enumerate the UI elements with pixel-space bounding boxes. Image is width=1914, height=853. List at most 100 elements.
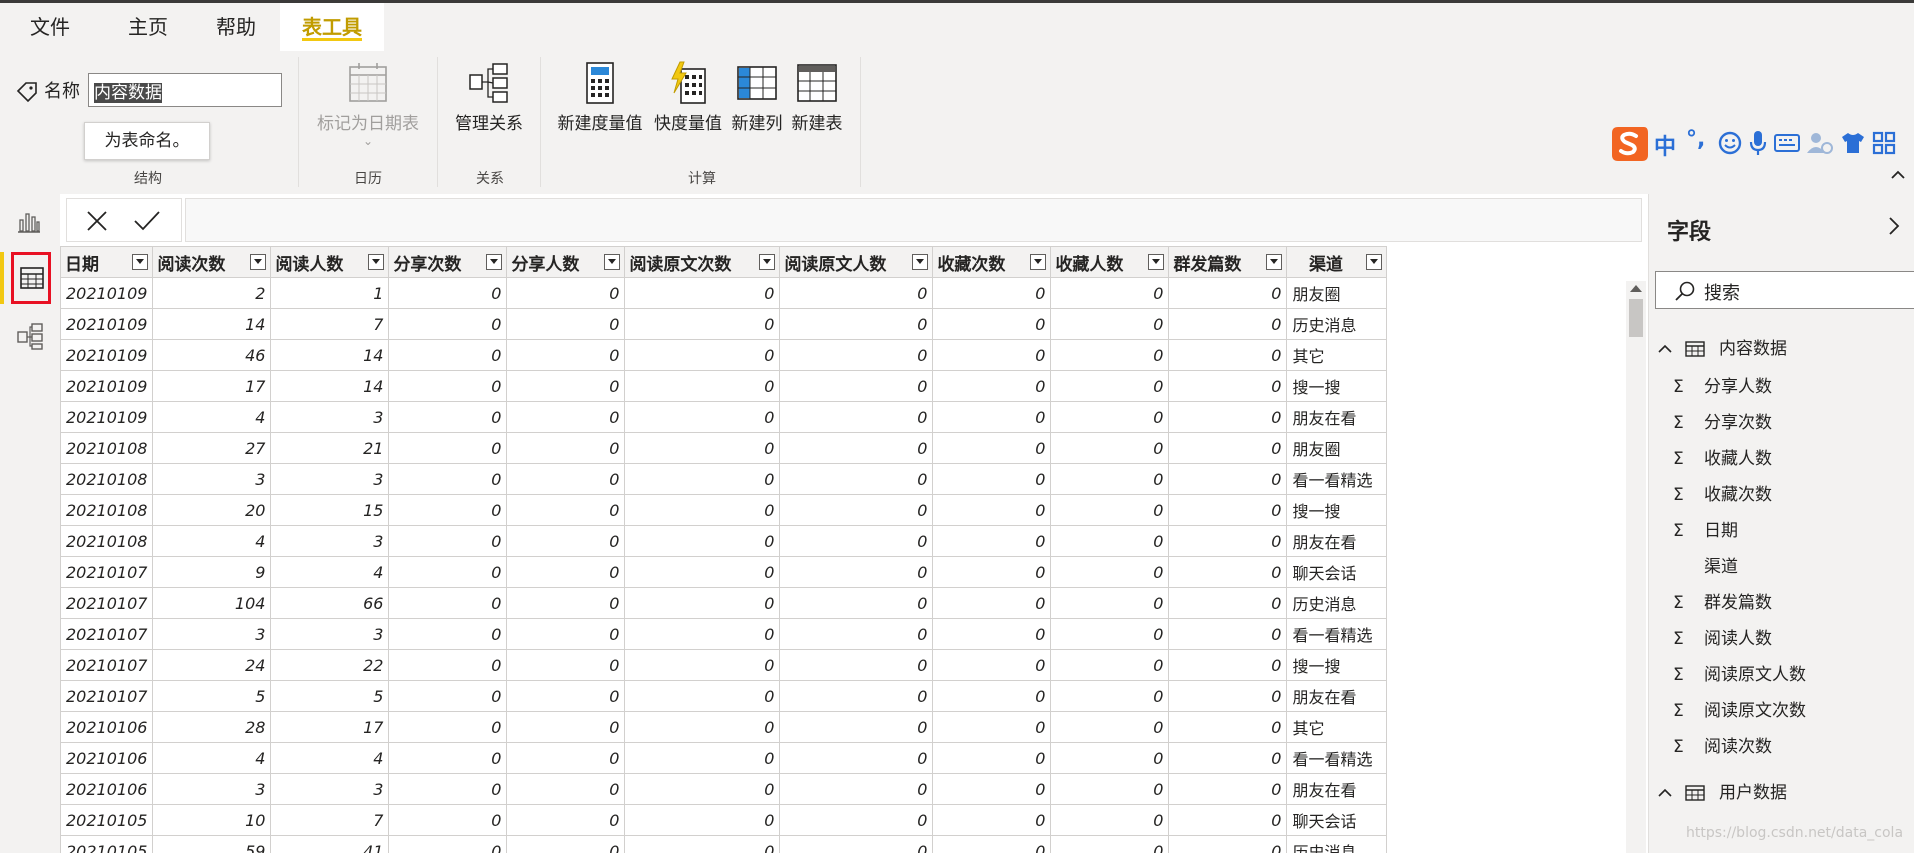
table-cell[interactable]: 59 (152, 835, 272, 853)
table-cell[interactable]: 20210109 (60, 370, 154, 402)
collapse-ribbon-icon[interactable] (1890, 169, 1906, 181)
field-item[interactable]: Σ 分享次数 (1649, 408, 1914, 438)
table-cell[interactable]: 0 (624, 277, 781, 309)
table-cell[interactable]: 0 (1050, 401, 1170, 433)
scrollbar-thumb[interactable] (1629, 299, 1643, 337)
table-cell[interactable]: 0 (932, 494, 1052, 526)
table-cell[interactable]: 0 (932, 556, 1052, 588)
tab-home[interactable]: 主页 (128, 3, 168, 51)
table-cell[interactable]: 0 (779, 494, 934, 526)
table-cell[interactable]: 66 (270, 587, 390, 619)
field-item[interactable]: Σ 日期 (1649, 516, 1914, 546)
commit-check-icon[interactable] (133, 209, 161, 233)
table-cell[interactable]: 0 (506, 649, 626, 681)
table-cell[interactable]: 20210105 (60, 835, 154, 853)
table-cell[interactable]: 历史消息 (1286, 587, 1388, 619)
table-cell[interactable]: 0 (506, 835, 626, 853)
table-cell[interactable]: 0 (779, 649, 934, 681)
table-cell[interactable]: 0 (932, 277, 1052, 309)
vertical-scrollbar[interactable] (1626, 281, 1646, 853)
table-cell[interactable]: 0 (1050, 277, 1170, 309)
manage-relations-button[interactable]: 管理关系 (450, 61, 528, 134)
chevron-expand-icon[interactable] (1657, 334, 1673, 364)
table-row[interactable]: 20210107 5 5 0 0 0 0 0 0 0 朋友在看 (60, 680, 1388, 712)
table-cell[interactable]: 0 (1050, 556, 1170, 588)
table-cell[interactable]: 0 (624, 401, 781, 433)
table-cell[interactable]: 其它 (1286, 711, 1388, 743)
table-cell[interactable]: 0 (932, 525, 1052, 557)
table-cell[interactable]: 22 (270, 649, 390, 681)
table-cell[interactable]: 看一看精选 (1286, 742, 1388, 774)
table-row[interactable]: 20210108 20 15 0 0 0 0 0 0 0 搜一搜 (60, 494, 1388, 526)
table-cell[interactable]: 0 (388, 618, 508, 650)
column-header[interactable]: 阅读原文次数 (624, 246, 781, 278)
table-cell[interactable]: 0 (1050, 432, 1170, 464)
table-cell[interactable]: 0 (388, 494, 508, 526)
table-cell[interactable]: 0 (932, 618, 1052, 650)
table-cell[interactable]: 0 (624, 370, 781, 402)
filter-dropdown-icon[interactable] (132, 254, 149, 270)
table-cell[interactable]: 20210107 (60, 649, 154, 681)
table-cell[interactable]: 0 (779, 618, 934, 650)
table-cell[interactable]: 0 (1168, 432, 1288, 464)
table-cell[interactable]: 0 (932, 587, 1052, 619)
table-cell[interactable]: 0 (932, 308, 1052, 340)
table-cell[interactable]: 0 (1050, 804, 1170, 836)
table-cell[interactable]: 0 (624, 494, 781, 526)
table-cell[interactable]: 0 (1050, 370, 1170, 402)
keyboard-icon[interactable] (1774, 133, 1800, 153)
column-header[interactable]: 群发篇数 (1168, 246, 1288, 278)
table-cell[interactable]: 1 (270, 277, 390, 309)
table-cell[interactable]: 0 (506, 370, 626, 402)
table-cell[interactable]: 0 (506, 587, 626, 619)
mark-date-table-button[interactable]: 标记为日期表 ⌄ (314, 61, 422, 148)
column-header[interactable]: 渠道 (1286, 246, 1388, 278)
table-cell[interactable]: 0 (506, 773, 626, 805)
table-cell[interactable]: 0 (1050, 494, 1170, 526)
table-cell[interactable]: 搜一搜 (1286, 494, 1388, 526)
table-cell[interactable]: 0 (779, 773, 934, 805)
table-row[interactable]: 20210108 27 21 0 0 0 0 0 0 0 朋友圈 (60, 432, 1388, 464)
table-cell[interactable]: 看一看精选 (1286, 618, 1388, 650)
table-cell[interactable]: 搜一搜 (1286, 649, 1388, 681)
filter-dropdown-icon[interactable] (368, 254, 385, 270)
table-name-input[interactable]: 内容数据 (88, 73, 282, 107)
table-cell[interactable]: 0 (1168, 370, 1288, 402)
table-cell[interactable]: 0 (388, 525, 508, 557)
table-cell[interactable]: 0 (932, 711, 1052, 743)
table-cell[interactable]: 0 (624, 742, 781, 774)
table-cell[interactable]: 0 (779, 804, 934, 836)
table-cell[interactable]: 0 (1050, 463, 1170, 495)
table-cell[interactable]: 20210109 (60, 401, 154, 433)
data-view-button[interactable] (11, 252, 51, 304)
table-cell[interactable]: 0 (624, 649, 781, 681)
tab-table-tools[interactable]: 表工具 (280, 3, 384, 51)
column-header[interactable]: 分享次数 (388, 246, 508, 278)
field-item[interactable]: 渠道 (1649, 552, 1914, 582)
filter-dropdown-icon[interactable] (1266, 254, 1283, 270)
table-cell[interactable]: 0 (932, 773, 1052, 805)
table-cell[interactable]: 0 (932, 370, 1052, 402)
table-cell[interactable]: 0 (779, 525, 934, 557)
table-cell[interactable]: 20210106 (60, 711, 154, 743)
table-cell[interactable]: 0 (624, 835, 781, 853)
table-cell[interactable]: 0 (932, 804, 1052, 836)
table-cell[interactable]: 0 (388, 339, 508, 371)
table-cell[interactable]: 0 (932, 742, 1052, 774)
table-cell[interactable]: 朋友在看 (1286, 773, 1388, 805)
table-cell[interactable]: 24 (152, 649, 272, 681)
table-cell[interactable]: 0 (388, 804, 508, 836)
table-cell[interactable]: 0 (779, 339, 934, 371)
table-cell[interactable]: 0 (506, 618, 626, 650)
table-cell[interactable]: 20210107 (60, 587, 154, 619)
table-cell[interactable]: 0 (779, 835, 934, 853)
table-cell[interactable]: 20210109 (60, 339, 154, 371)
table-row[interactable]: 20210106 3 3 0 0 0 0 0 0 0 朋友在看 (60, 773, 1388, 805)
table-cell[interactable]: 0 (1168, 804, 1288, 836)
ime-toolbar[interactable]: 中 °, (1604, 121, 1914, 165)
table-cell[interactable]: 0 (624, 587, 781, 619)
table-cell[interactable]: 0 (506, 339, 626, 371)
table-cell[interactable]: 0 (779, 370, 934, 402)
table-row[interactable]: 20210109 46 14 0 0 0 0 0 0 0 其它 (60, 339, 1388, 371)
field-item[interactable]: Σ 阅读原文次数 (1649, 696, 1914, 726)
